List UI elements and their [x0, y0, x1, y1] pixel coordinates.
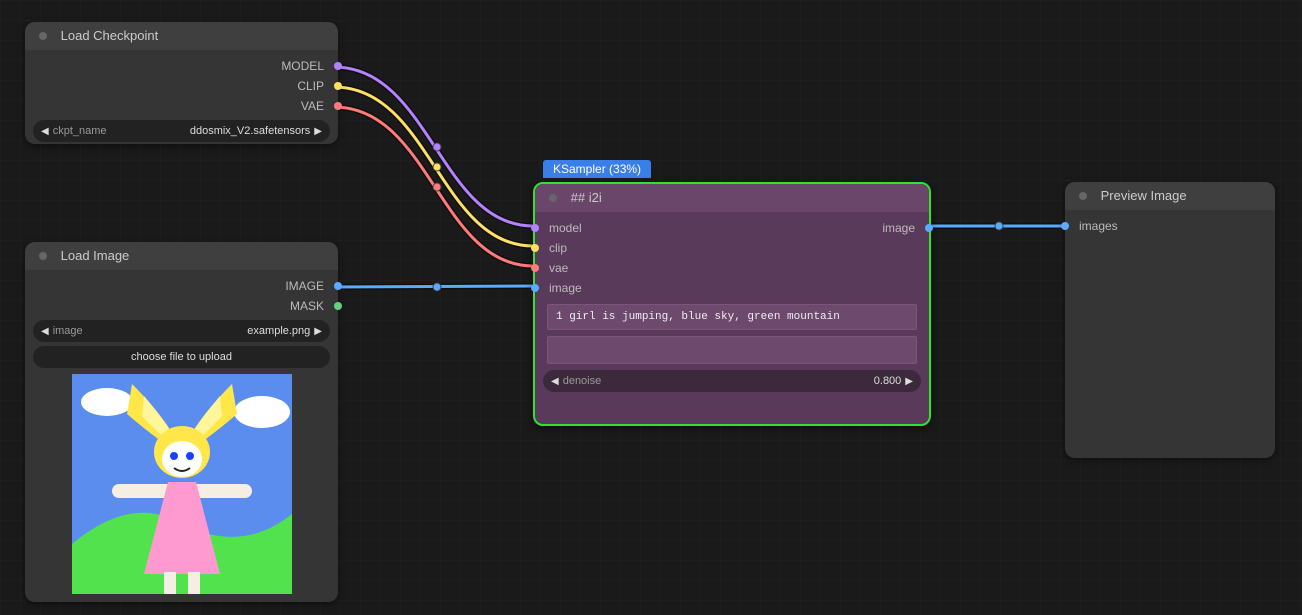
collapse-dot-icon[interactable] [1079, 192, 1087, 200]
port-icon[interactable] [334, 82, 342, 90]
port-icon[interactable] [531, 284, 539, 292]
output-mask[interactable]: MASK [25, 296, 338, 316]
collapse-dot-icon[interactable] [39, 252, 47, 260]
output-model[interactable]: MODEL [25, 56, 338, 76]
ckpt-name-widget[interactable]: ◀ ckpt_name ddosmix_V2.safetensors ▶ [33, 120, 330, 142]
output-label: image [882, 221, 915, 235]
ksampler-progress-badge: KSampler (33%) [543, 160, 651, 178]
chevron-right-icon[interactable]: ▶ [905, 376, 913, 387]
chevron-right-icon[interactable]: ▶ [314, 126, 322, 137]
node-preview-image[interactable]: Preview Image images [1065, 182, 1275, 458]
port-icon[interactable] [531, 264, 539, 272]
input-label: model [549, 221, 582, 235]
port-icon[interactable] [925, 224, 933, 232]
collapse-dot-icon[interactable] [549, 194, 557, 202]
node-i2i[interactable]: KSampler (33%) ## i2i model image clip v… [533, 182, 931, 426]
chevron-left-icon[interactable]: ◀ [41, 326, 49, 337]
input-image[interactable]: image [535, 278, 929, 298]
chevron-left-icon[interactable]: ◀ [41, 126, 49, 137]
example-image-preview [72, 374, 292, 594]
preview-image-canvas [1065, 236, 1275, 456]
output-label: CLIP [297, 79, 324, 93]
widget-value: 0.800 [874, 375, 902, 387]
node-header[interactable]: ## i2i [535, 184, 929, 212]
input-label: images [1079, 219, 1118, 233]
input-label: vae [549, 261, 568, 275]
node-title: Load Image [61, 248, 130, 263]
widget-label: denoise [563, 375, 602, 387]
node-title: Preview Image [1101, 188, 1187, 203]
output-image[interactable]: IMAGE [25, 276, 338, 296]
output-clip[interactable]: CLIP [25, 76, 338, 96]
chevron-right-icon[interactable]: ▶ [314, 326, 322, 337]
negative-prompt-textbox[interactable] [547, 336, 917, 364]
prompt-text: 1 girl is jumping, blue sky, green mount… [556, 311, 840, 323]
output-label: VAE [301, 99, 324, 113]
node-load-checkpoint[interactable]: Load Checkpoint MODEL CLIP VAE ◀ ckpt_na… [25, 22, 338, 144]
node-title: Load Checkpoint [61, 28, 159, 43]
output-label: IMAGE [285, 279, 324, 293]
output-vae[interactable]: VAE [25, 96, 338, 116]
badge-text: KSampler (33%) [553, 162, 641, 176]
button-label: choose file to upload [131, 351, 232, 363]
choose-file-button[interactable]: choose file to upload [33, 346, 330, 368]
output-label: MASK [290, 299, 324, 313]
node-title: ## i2i [571, 190, 602, 205]
output-label: MODEL [281, 59, 324, 73]
chevron-left-icon[interactable]: ◀ [551, 376, 559, 387]
node-header[interactable]: Load Image [25, 242, 338, 270]
input-vae[interactable]: vae [535, 258, 929, 278]
widget-label: image [53, 325, 83, 337]
denoise-widget[interactable]: ◀ denoise 0.800 ▶ [543, 370, 921, 392]
widget-value: example.png [247, 325, 310, 337]
widget-value: ddosmix_V2.safetensors [190, 125, 310, 137]
port-icon[interactable] [531, 224, 539, 232]
image-name-widget[interactable]: ◀ image example.png ▶ [33, 320, 330, 342]
node-header[interactable]: Preview Image [1065, 182, 1275, 210]
port-icon[interactable] [334, 302, 342, 310]
collapse-dot-icon[interactable] [39, 32, 47, 40]
port-icon[interactable] [1061, 222, 1069, 230]
output-image[interactable]: image [868, 218, 929, 238]
port-icon[interactable] [334, 282, 342, 290]
prompt-textbox[interactable]: 1 girl is jumping, blue sky, green mount… [547, 304, 917, 330]
port-icon[interactable] [334, 102, 342, 110]
port-icon[interactable] [531, 244, 539, 252]
input-label: image [549, 281, 582, 295]
widget-label: ckpt_name [53, 125, 107, 137]
node-load-image[interactable]: Load Image IMAGE MASK ◀ image example.pn… [25, 242, 338, 602]
input-label: clip [549, 241, 567, 255]
node-header[interactable]: Load Checkpoint [25, 22, 338, 50]
input-clip[interactable]: clip [535, 238, 929, 258]
input-images[interactable]: images [1065, 216, 1275, 236]
port-icon[interactable] [334, 62, 342, 70]
